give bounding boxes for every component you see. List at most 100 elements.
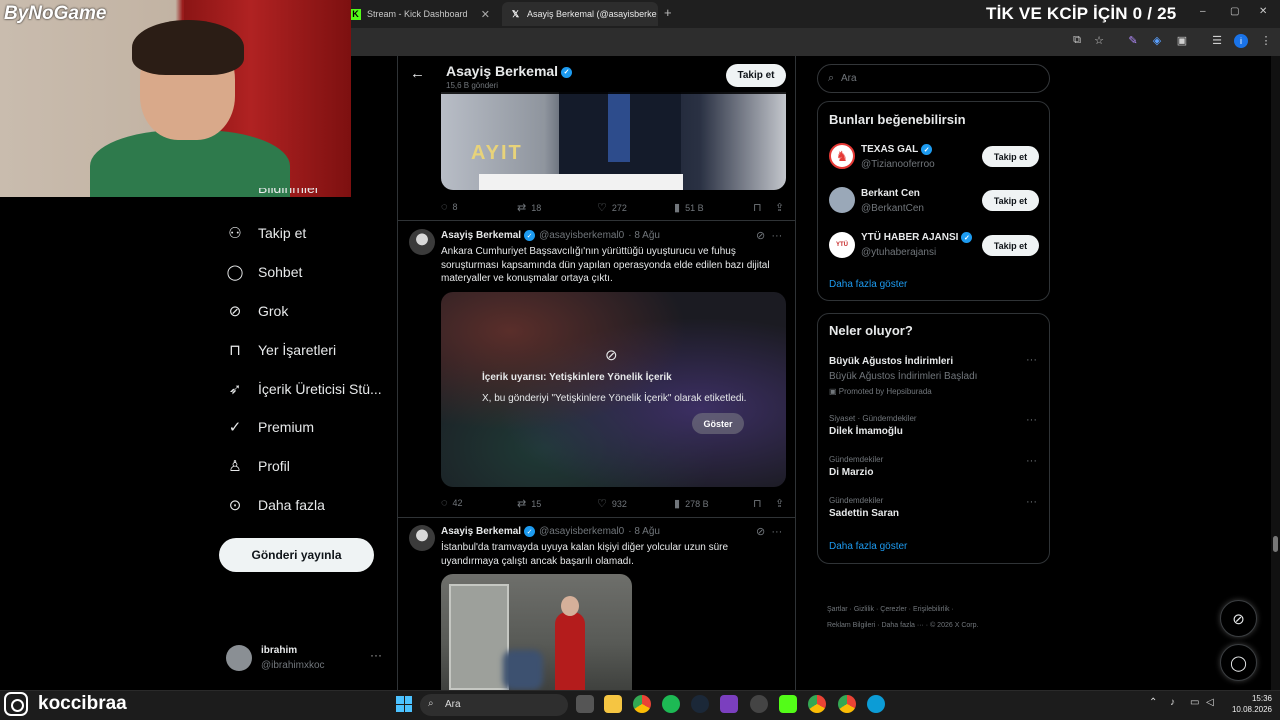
trend-name[interactable]: Dilek İmamoğlu — [829, 426, 903, 437]
avatar[interactable] — [409, 525, 435, 551]
like-button[interactable]: ♡ 932 — [597, 497, 627, 510]
trend-more-icon[interactable]: ··· — [1026, 496, 1037, 508]
scrollbar[interactable] — [1271, 56, 1280, 690]
show-more-link[interactable]: Daha fazla göster — [829, 541, 907, 552]
trend-name[interactable]: Di Marzio — [829, 467, 873, 478]
close-window-button[interactable]: ✕ — [1259, 6, 1267, 17]
repost-button[interactable]: ⇄ 15 — [517, 497, 541, 510]
tweet-date[interactable]: · 8 Ağu — [628, 526, 660, 537]
tab-x-profile[interactable]: 𝕏 Asayiş Berkemal (@asayisberke ✕ — [502, 2, 658, 26]
views-button[interactable]: ▮ 278 B — [674, 497, 709, 510]
tab-kick-dashboard[interactable]: K Stream - Kick Dashboard ✕ — [342, 2, 498, 26]
scrollbar-thumb[interactable] — [1273, 536, 1278, 552]
taskbar-search[interactable]: ⌕ Ara — [420, 694, 568, 716]
avatar[interactable]: ♞ — [829, 143, 855, 169]
task-view-icon[interactable] — [576, 695, 594, 713]
grok-fab-button[interactable]: ⊘ — [1220, 600, 1257, 637]
bookmark-button[interactable]: ⊓ — [753, 497, 762, 510]
avatar[interactable] — [829, 187, 855, 213]
new-tab-button[interactable]: + — [664, 5, 672, 20]
footer-links[interactable]: Şartlar · Gizlilik · Çerezler · Erişileb… — [827, 606, 954, 613]
taskbar-clock[interactable]: 15:36 10.08.2026 — [1228, 693, 1272, 715]
author-handle[interactable]: @asayisberkemal0 — [539, 230, 624, 241]
author-name[interactable]: Asayiş Berkemal — [441, 526, 521, 537]
tweet-photo[interactable] — [441, 574, 632, 690]
chrome-profile-icon[interactable] — [808, 695, 826, 713]
trend-more-icon[interactable]: ··· — [1026, 354, 1037, 366]
timeline[interactable]: ← Asayiş Berkemal ✓ 15,6 B gönderi Takip … — [397, 56, 796, 690]
nav-item-notifications[interactable]: Bildirimler — [226, 188, 319, 198]
grok-icon[interactable]: ⊘ — [756, 230, 765, 242]
minimize-button[interactable]: – — [1200, 6, 1206, 17]
nav-item-bookmarks[interactable]: ⊓ Yer İşaretleri — [226, 341, 336, 359]
share-button[interactable]: ⇪ — [775, 497, 784, 510]
trend-more-icon[interactable]: ··· — [1026, 414, 1037, 426]
post-button[interactable]: Gönderi yayınla — [219, 538, 374, 572]
follow-button[interactable]: Takip et — [982, 235, 1039, 256]
suggestion-name[interactable]: TEXAS GAL ✓ — [861, 144, 933, 155]
display-icon[interactable]: ▭ — [1190, 697, 1199, 708]
show-more-link[interactable]: Daha fazla göster — [829, 279, 907, 290]
kick-icon[interactable] — [779, 695, 797, 713]
windows-start-icon[interactable] — [396, 696, 412, 712]
follow-button[interactable]: Takip et — [982, 190, 1039, 211]
account-more-icon[interactable]: ··· — [370, 648, 382, 662]
browser-menu-icon[interactable]: ⋮ — [1259, 34, 1273, 47]
chrome-profile2-icon[interactable] — [838, 695, 856, 713]
nav-item-more[interactable]: ⊙ Daha fazla — [226, 496, 325, 514]
back-arrow-icon[interactable]: ← — [410, 65, 425, 82]
show-button[interactable]: Göster — [692, 413, 744, 434]
footer-links[interactable]: Reklam Bilgileri · Daha fazla ··· · © 20… — [827, 622, 978, 629]
grok-icon[interactable]: ⊘ — [756, 526, 765, 538]
nav-item-creator-studio[interactable]: ➶ İçerik Üreticisi Stü... — [226, 380, 382, 398]
reading-list-icon[interactable]: ☰ — [1210, 34, 1224, 47]
extension-wave-icon[interactable]: ◈ — [1150, 34, 1164, 47]
follow-button[interactable]: Takip et — [726, 64, 786, 87]
author-handle[interactable]: @asayisberkemal0 — [539, 526, 624, 537]
trend-name[interactable]: Sadettin Saran — [829, 508, 899, 519]
bookmark-star-icon[interactable]: ☆ — [1092, 34, 1106, 47]
account-switcher[interactable]: ibrahim @ibrahimxkoc ··· — [226, 642, 386, 676]
maximize-button[interactable]: ▢ — [1230, 6, 1239, 17]
suggestion-name[interactable]: Berkant Cen — [861, 188, 920, 199]
like-button[interactable]: ♡ 272 — [597, 201, 627, 214]
edge-icon[interactable] — [867, 695, 885, 713]
spotify-icon[interactable] — [662, 695, 680, 713]
obs-icon[interactable] — [750, 695, 768, 713]
nav-item-premium[interactable]: ✓ Premium — [226, 418, 314, 436]
repost-button[interactable]: ⇄ 18 — [517, 201, 541, 214]
reply-button[interactable]: ◌ 8 — [441, 201, 458, 213]
close-tab-icon[interactable]: ✕ — [481, 8, 490, 21]
follow-button[interactable]: Takip et — [982, 146, 1039, 167]
app-purple-icon[interactable] — [720, 695, 738, 713]
bookmark-button[interactable]: ⊓ — [753, 201, 762, 214]
tweet-photo[interactable]: AYIT — [441, 92, 786, 190]
file-explorer-icon[interactable] — [604, 695, 622, 713]
nav-item-chat[interactable]: ◯ Sohbet — [226, 263, 303, 281]
author-name[interactable]: Asayiş Berkemal — [441, 230, 521, 241]
tray-expand-icon[interactable]: ⌃ — [1149, 697, 1157, 708]
steam-icon[interactable] — [691, 695, 709, 713]
more-icon[interactable]: ··· — [771, 230, 782, 242]
avatar[interactable] — [409, 229, 435, 255]
messages-fab-button[interactable]: ◯ — [1220, 644, 1257, 681]
install-app-icon[interactable]: ⧉ — [1070, 34, 1084, 47]
microphone-icon[interactable]: ♪ — [1170, 697, 1175, 708]
nav-item-grok[interactable]: ⊘ Grok — [226, 302, 289, 320]
extensions-puzzle-icon[interactable]: ▣ — [1175, 34, 1189, 47]
reply-button[interactable]: ◌ 42 — [441, 497, 463, 509]
chrome-icon[interactable] — [633, 695, 651, 713]
nav-item-profile[interactable]: ♙ Profil — [226, 457, 290, 475]
profile-avatar-icon[interactable]: i — [1234, 34, 1248, 48]
extension-pen-icon[interactable]: ✎ — [1126, 34, 1140, 47]
suggestion-name[interactable]: YTÜ HABER AJANSI ✓ — [861, 232, 973, 243]
tweet-date[interactable]: · 8 Ağu — [628, 230, 660, 241]
share-button[interactable]: ⇪ — [775, 201, 784, 214]
trend-more-icon[interactable]: ··· — [1026, 455, 1037, 467]
nav-item-follow[interactable]: ⚇ Takip et — [226, 224, 306, 242]
trend-name[interactable]: Büyük Ağustos İndirimleri — [829, 356, 953, 367]
volume-icon[interactable]: ◁ — [1206, 697, 1214, 708]
search-input[interactable]: ⌕ Ara — [817, 64, 1050, 93]
more-icon[interactable]: ··· — [771, 526, 782, 538]
ytu-logo-icon[interactable]: YTÜ — [829, 232, 855, 258]
